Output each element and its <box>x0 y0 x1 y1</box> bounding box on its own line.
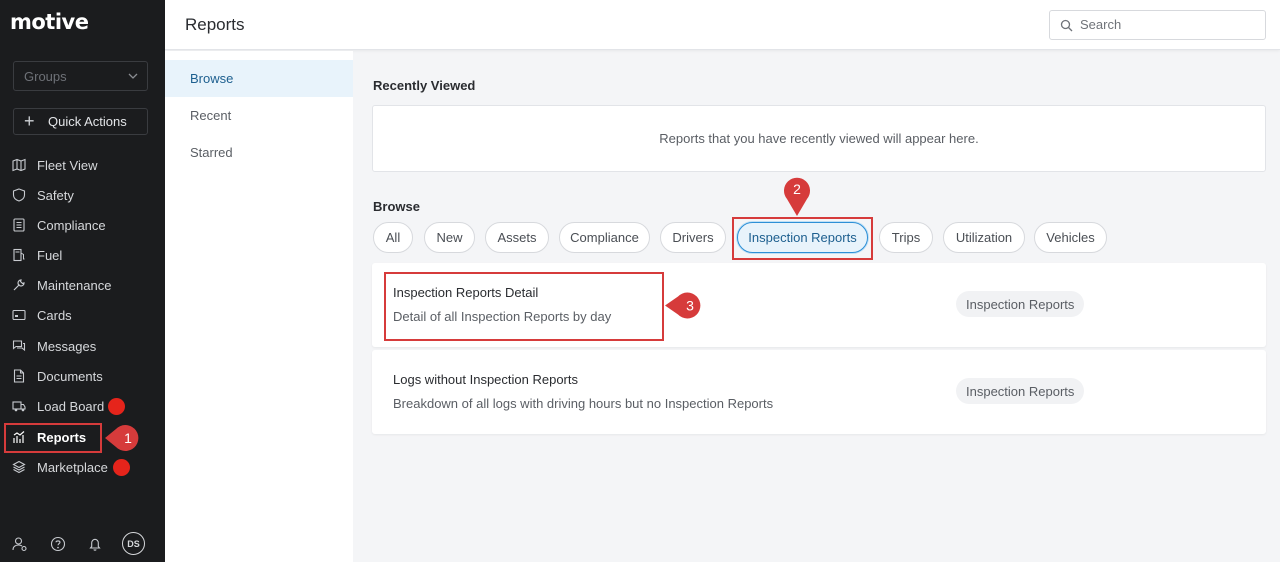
quick-actions-label: Quick Actions <box>48 114 127 129</box>
report-title[interactable]: Logs without Inspection Reports <box>393 372 578 387</box>
filter-compliance[interactable]: Compliance <box>559 222 650 253</box>
sidebar-item-fuel[interactable]: Fuel <box>12 243 162 267</box>
document-list-icon <box>12 218 26 232</box>
quick-actions-button[interactable]: + Quick Actions <box>13 108 148 135</box>
sidebar-item-label: Maintenance <box>37 277 112 293</box>
sidebar-item-safety[interactable]: Safety <box>12 183 162 207</box>
sidebar-item-label: Safety <box>37 187 74 203</box>
subnav-item-browse[interactable]: Browse <box>165 60 353 97</box>
sidebar-item-cards[interactable]: Cards <box>12 303 162 327</box>
card-icon <box>12 308 26 322</box>
truck-icon <box>12 399 26 413</box>
load-board-notification-dot <box>108 398 125 415</box>
sidebar-item-label: Load Board <box>37 398 105 414</box>
shield-icon <box>12 188 26 202</box>
sidebar-item-label: Messages <box>37 338 97 354</box>
sidebar-item-label: Fuel <box>37 247 63 263</box>
marketplace-notification-dot <box>113 459 130 476</box>
app-root: motive Groups + Quick Actions Fleet View… <box>0 0 1280 562</box>
recently-viewed-empty-text: Reports that you have recently viewed wi… <box>659 131 979 146</box>
groups-dropdown[interactable]: Groups <box>13 61 148 91</box>
sidebar-item-fleet-view[interactable]: Fleet View <box>12 153 162 177</box>
recently-viewed-card: Reports that you have recently viewed wi… <box>372 105 1266 172</box>
groups-placeholder: Groups <box>24 69 67 84</box>
sidebar-item-marketplace[interactable]: Marketplace <box>12 455 162 479</box>
plus-icon: + <box>24 111 35 131</box>
search-input[interactable] <box>1080 17 1250 32</box>
help-icon[interactable] <box>50 536 66 552</box>
left-sidebar: motive Groups + Quick Actions Fleet View… <box>0 0 165 562</box>
sidebar-item-maintenance[interactable]: Maintenance <box>12 273 162 297</box>
motive-logo[interactable]: motive <box>10 10 89 34</box>
wrench-icon <box>12 278 26 292</box>
report-description: Breakdown of all logs with driving hours… <box>393 396 774 411</box>
step-1-number: 1 <box>124 430 132 446</box>
report-category-tag: Inspection Reports <box>956 378 1085 404</box>
reports-subnav: Browse Recent Starred <box>165 51 353 562</box>
recently-viewed-heading: Recently Viewed <box>373 78 476 93</box>
step-2-number: 2 <box>793 181 801 197</box>
highlight-box-report-detail <box>384 272 664 341</box>
layers-icon <box>12 460 26 474</box>
sidebar-item-label: Cards <box>37 307 72 323</box>
page-header: Reports <box>165 0 1280 50</box>
step-1-marker: 1 <box>105 425 139 451</box>
sidebar-item-label: Documents <box>37 368 103 384</box>
highlight-box-inspection-filter <box>732 217 873 260</box>
page-title: Reports <box>185 15 245 34</box>
subnav-item-starred[interactable]: Starred <box>165 134 353 171</box>
report-category-tag: Inspection Reports <box>956 291 1085 317</box>
step-2-marker: 2 <box>784 177 810 216</box>
filter-assets[interactable]: Assets <box>485 222 549 253</box>
step-3-marker: 3 <box>665 292 701 319</box>
user-settings-icon[interactable] <box>12 536 28 552</box>
sidebar-item-load-board[interactable]: Load Board <box>12 394 162 418</box>
bell-icon[interactable] <box>87 536 103 552</box>
search-icon <box>1060 19 1073 32</box>
filter-utilization[interactable]: Utilization <box>943 222 1025 253</box>
report-row[interactable]: Logs without Inspection Reports Breakdow… <box>372 350 1266 434</box>
subnav-item-recent[interactable]: Recent <box>165 97 353 134</box>
filter-vehicles[interactable]: Vehicles <box>1034 222 1107 253</box>
filter-all[interactable]: All <box>373 222 413 253</box>
filter-trips[interactable]: Trips <box>879 222 933 253</box>
sidebar-item-messages[interactable]: Messages <box>12 334 162 358</box>
fuel-icon <box>12 248 26 262</box>
sidebar-item-label: Compliance <box>37 217 106 233</box>
filter-new[interactable]: New <box>424 222 475 253</box>
step-3-number: 3 <box>686 298 694 314</box>
map-icon <box>12 158 26 172</box>
search-box[interactable] <box>1049 10 1266 40</box>
sidebar-item-label: Fleet View <box>37 157 98 173</box>
sidebar-item-label: Marketplace <box>37 459 108 475</box>
highlight-box-reports-nav <box>4 423 102 453</box>
messages-icon <box>12 339 26 353</box>
filter-drivers[interactable]: Drivers <box>660 222 726 253</box>
sidebar-item-documents[interactable]: Documents <box>12 364 162 388</box>
sidebar-item-compliance[interactable]: Compliance <box>12 213 162 237</box>
chevron-down-icon <box>128 73 138 79</box>
documents-icon <box>12 369 26 383</box>
avatar[interactable]: DS <box>122 532 145 555</box>
browse-heading: Browse <box>373 199 420 214</box>
